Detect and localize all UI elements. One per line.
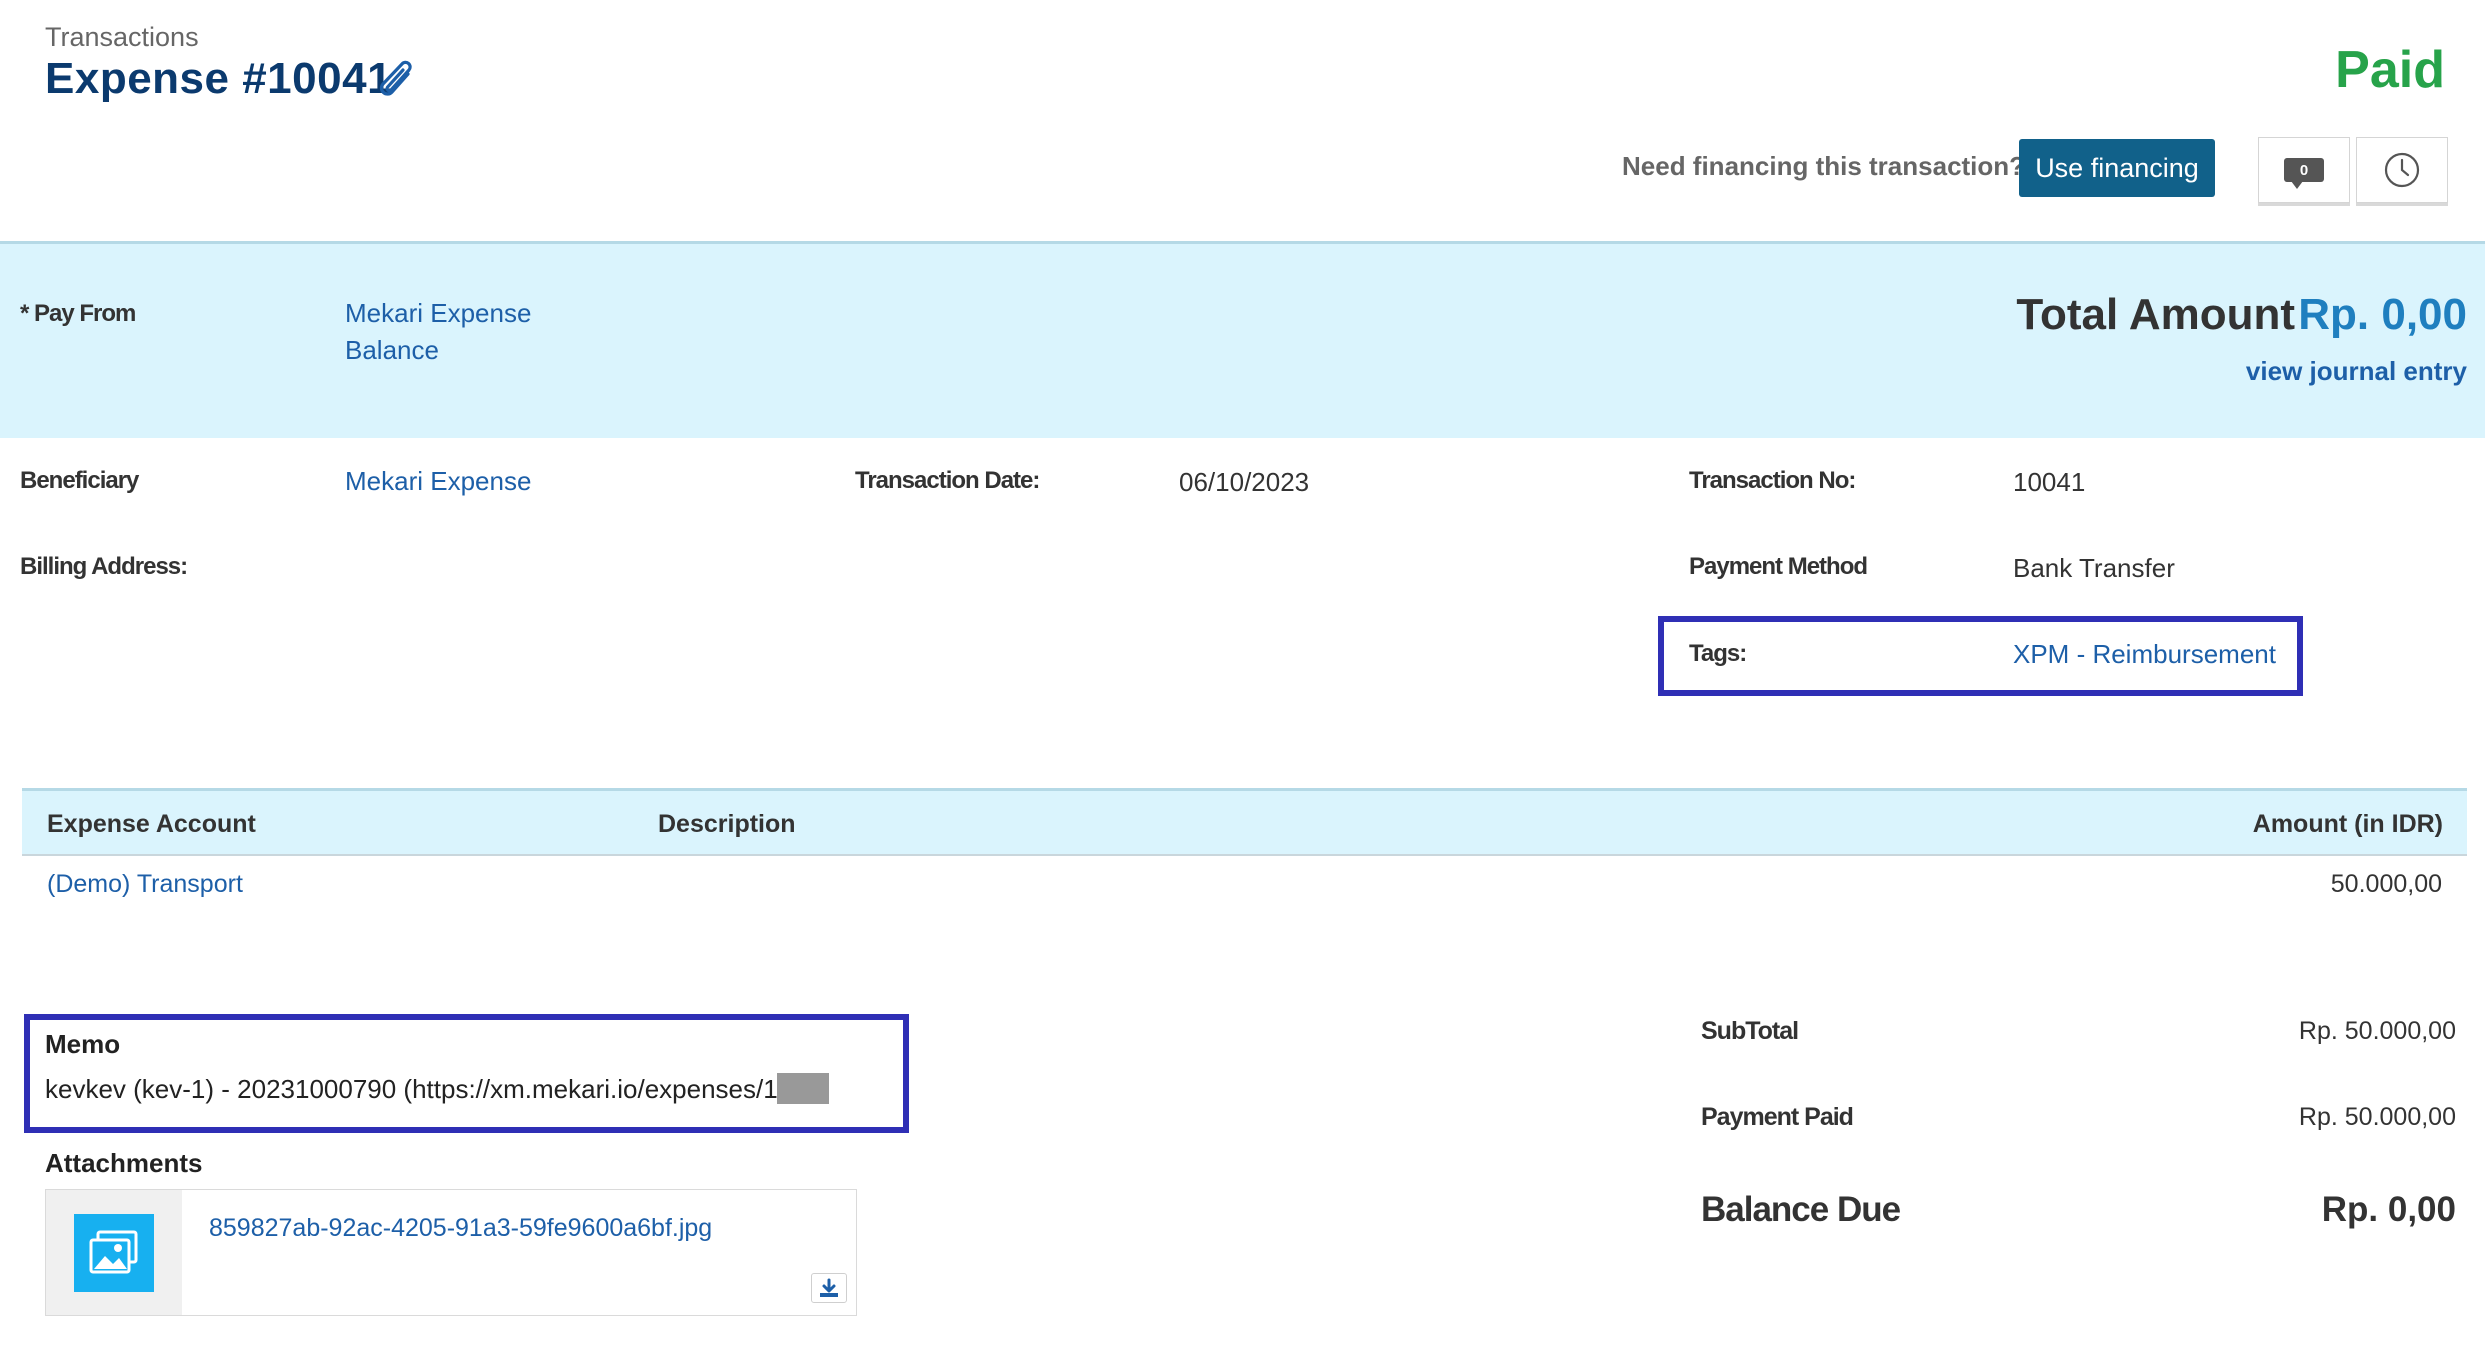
clock-icon: [2384, 152, 2420, 188]
balance-due-label: Balance Due: [1701, 1190, 1901, 1229]
balance-due-value: Rp. 0,00: [2321, 1190, 2456, 1229]
payment-method-label: Payment Method: [1689, 553, 1868, 580]
paperclip-icon[interactable]: [378, 60, 418, 104]
memo-title: Memo: [45, 1029, 121, 1059]
tags-value[interactable]: XPM - Reimbursement: [2013, 636, 2276, 673]
download-icon: [820, 1278, 838, 1297]
pay-from-line1[interactable]: Mekari Expense: [345, 295, 531, 332]
pay-from-value[interactable]: Mekari Expense Balance: [345, 295, 531, 369]
subtotal-label: SubTotal: [1701, 1017, 1799, 1045]
column-amount: Amount (in IDR): [2252, 810, 2443, 838]
history-button[interactable]: [2356, 137, 2448, 203]
redacted-block: [777, 1073, 829, 1104]
view-journal-entry-link[interactable]: view journal entry: [2246, 356, 2467, 387]
pay-from-line2[interactable]: Balance: [345, 332, 531, 369]
row-amount: 50.000,00: [2330, 870, 2442, 898]
comment-count: 0: [2299, 161, 2309, 179]
page-title: Expense #10041: [45, 54, 393, 103]
beneficiary-label: Beneficiary: [20, 467, 139, 494]
attachment-card[interactable]: 859827ab-92ac-4205-91a3-59fe9600a6bf.jpg: [45, 1189, 857, 1316]
transaction-no-label: Transaction No:: [1689, 467, 1856, 494]
memo-text: kevkev (kev-1) - 20231000790 (https://xm…: [45, 1074, 793, 1104]
attachment-thumbnail[interactable]: [46, 1190, 182, 1315]
transaction-date-value: 06/10/2023: [1179, 467, 1310, 497]
subtotal-value: Rp. 50.000,00: [2298, 1017, 2456, 1045]
image-icon: [74, 1213, 154, 1292]
row-expense-account[interactable]: (Demo) Transport: [47, 870, 243, 899]
tags-label: Tags:: [1689, 640, 1747, 667]
financing-question: Need financing this transaction?: [1622, 151, 2026, 181]
transaction-date-label: Transaction Date:: [855, 467, 1040, 494]
beneficiary-value[interactable]: Mekari Expense: [345, 463, 531, 500]
attachment-file-link[interactable]: 859827ab-92ac-4205-91a3-59fe9600a6bf.jpg: [209, 1214, 712, 1243]
pay-from-label: * Pay From: [20, 300, 136, 327]
total-amount-value: Rp. 0,00: [2298, 290, 2467, 339]
download-button[interactable]: [811, 1273, 847, 1303]
total-amount-label: Total Amount: [2016, 290, 2295, 339]
breadcrumb[interactable]: Transactions: [45, 22, 199, 53]
column-expense-account: Expense Account: [47, 810, 256, 838]
comment-icon: 0: [2284, 158, 2324, 189]
use-financing-button[interactable]: Use financing: [2019, 139, 2215, 197]
status-badge: Paid: [2335, 41, 2445, 99]
comments-button[interactable]: 0: [2258, 137, 2350, 203]
attachments-title: Attachments: [45, 1148, 203, 1178]
billing-address-label: Billing Address:: [20, 553, 188, 580]
table-header: Expense Account Description Amount (in I…: [22, 788, 2467, 856]
payment-method-value: Bank Transfer: [2013, 553, 2175, 583]
payment-paid-value: Rp. 50.000,00: [2298, 1103, 2456, 1131]
column-description: Description: [658, 810, 796, 838]
transaction-no-value: 10041: [2013, 467, 2086, 497]
payment-paid-label: Payment Paid: [1701, 1103, 1854, 1131]
